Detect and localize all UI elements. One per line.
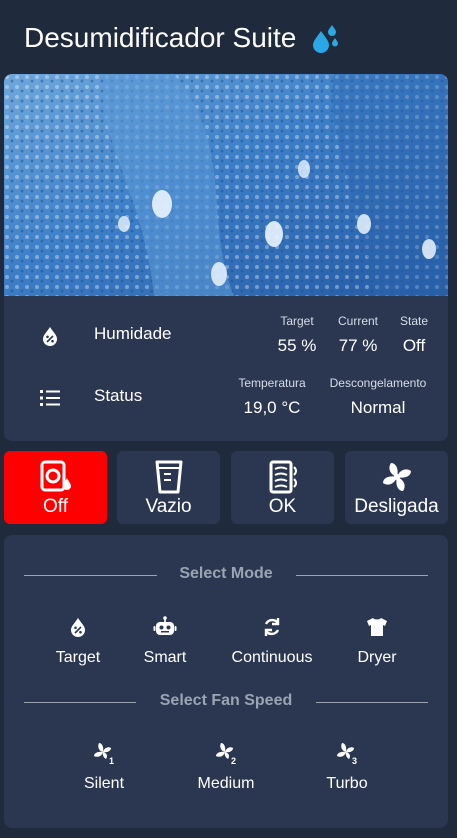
mode-dryer-label: Dryer (357, 649, 397, 666)
fan-icon (382, 463, 411, 491)
mode-smart-label: Smart (143, 649, 187, 666)
state-label: State (399, 314, 429, 328)
tank-tile-label: Vazio (145, 496, 192, 517)
fan-turbo-button[interactable]: 3 Turbo (297, 741, 397, 801)
mode-continuous-button[interactable]: Continuous (222, 615, 322, 675)
mode-continuous-label: Continuous (231, 649, 313, 666)
mode-dryer-button[interactable]: Dryer (327, 615, 427, 675)
current-value: 77 % (338, 336, 378, 355)
dehumidifier-power-icon (40, 460, 71, 492)
fan-silent-label: Silent (83, 775, 125, 792)
humidity-drop-icon (71, 618, 85, 637)
cycle-icon (264, 618, 280, 636)
defrost-label: Descongelamento (329, 376, 427, 390)
humidity-drop-icon (43, 327, 57, 346)
divider (296, 575, 428, 576)
state-value: Off (402, 336, 426, 355)
svg-text:1: 1 (109, 756, 114, 765)
filter-tile[interactable]: OK (231, 451, 334, 524)
controls-card: Select Mode Target Smart Continuous Drye… (4, 535, 448, 828)
select-mode-title: Select Mode (179, 565, 273, 582)
status-label: Status (94, 386, 143, 405)
svg-text:3: 3 (352, 756, 357, 765)
fan-tile-label: Desligada (354, 496, 439, 517)
humidity-info-card: Humidade Target 55 % Current 77 % State … (4, 74, 448, 441)
svg-text:2: 2 (231, 756, 236, 765)
defrost-value: Normal (350, 398, 406, 417)
page-header: Desumidificador Suite (24, 18, 342, 58)
select-fan-heading: Select Fan Speed (4, 692, 448, 712)
fan-speed-1-icon: 1 (94, 743, 114, 765)
select-mode-heading: Select Mode (4, 565, 448, 585)
humidity-label: Humidade (94, 324, 172, 343)
water-tank-icon (155, 460, 182, 494)
select-fan-title: Select Fan Speed (159, 692, 293, 709)
fan-speed-3-icon: 3 (337, 743, 357, 765)
fan-silent-button[interactable]: 1 Silent (54, 741, 154, 801)
status-row: Status Temperatura 19,0 °C Descongelamen… (4, 368, 448, 428)
power-tile[interactable]: Off (4, 451, 107, 524)
humidity-row: Humidade Target 55 % Current 77 % State … (4, 306, 448, 366)
temperature-value: 19,0 °C (243, 398, 301, 417)
air-filter-icon (269, 460, 297, 494)
fan-speed-2-icon: 2 (216, 743, 236, 765)
mode-target-button[interactable]: Target (28, 615, 128, 675)
fan-medium-label: Medium (197, 775, 255, 792)
current-stat: Current 77 % (331, 314, 385, 356)
temperature-stat: Temperatura 19,0 °C (232, 376, 312, 418)
robot-icon (153, 616, 177, 635)
power-tile-label: Off (43, 496, 68, 517)
page-title: Desumidificador Suite (24, 22, 297, 53)
state-stat: State Off (390, 314, 438, 356)
target-value: 55 % (277, 336, 317, 355)
shirt-icon (367, 618, 387, 636)
target-label: Target (280, 314, 314, 328)
temperature-label: Temperatura (238, 376, 306, 390)
tank-tile[interactable]: Vazio (117, 451, 220, 524)
divider (316, 702, 428, 703)
current-label: Current (337, 314, 378, 328)
mode-target-label: Target (55, 649, 101, 666)
list-icon (40, 390, 60, 406)
mode-smart-button[interactable]: Smart (115, 615, 215, 675)
water-drops-icon (313, 25, 339, 53)
fan-turbo-label: Turbo (326, 775, 368, 792)
defrost-stat: Descongelamento Normal (324, 376, 432, 418)
fan-tile[interactable]: Desligada (345, 451, 448, 524)
condensation-photo (4, 74, 448, 296)
fan-medium-button[interactable]: 2 Medium (176, 741, 276, 801)
filter-tile-label: OK (268, 496, 297, 517)
target-stat: Target 55 % (272, 314, 322, 356)
